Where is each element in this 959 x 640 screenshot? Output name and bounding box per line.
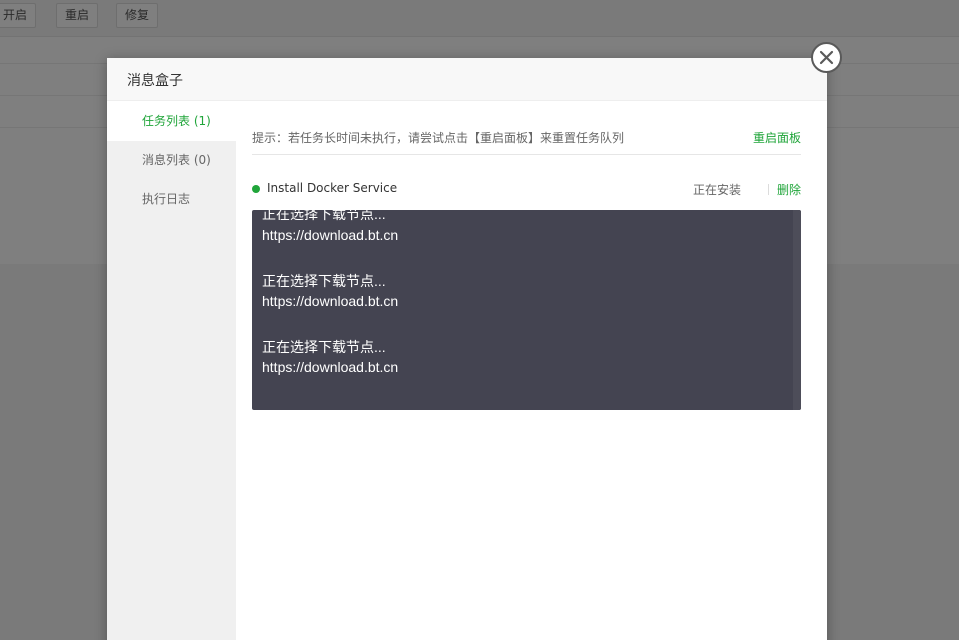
status-dot-icon [252, 185, 260, 193]
modal-header: 消息盒子 [107, 58, 827, 101]
separator [768, 184, 769, 195]
log-line: 正在选择下载节点... [262, 339, 386, 355]
close-icon [819, 50, 834, 65]
restart-panel-link[interactable]: 重启面板 [753, 129, 801, 146]
log-line: https://download.bt.cn [262, 227, 399, 243]
close-button[interactable] [811, 42, 842, 73]
tip-text: 提示：若任务长时间未执行，请尝试点击【重启面板】来重置任务队列 [252, 131, 625, 145]
task-list-content: 提示：若任务长时间未执行，请尝试点击【重启面板】来重置任务队列 重启面板 Ins… [236, 102, 827, 640]
modal-sidebar: 任务列表 (1) 消息列表 (0) 执行日志 [107, 102, 236, 640]
message-box-modal: 消息盒子 任务列表 (1) 消息列表 (0) 执行日志 提示：若任务长时间未执行… [107, 58, 827, 640]
delete-task-link[interactable]: 删除 [777, 181, 801, 198]
task-log-output[interactable]: 正在选择下载节点... https://download.bt.cn 正在选择下… [252, 210, 801, 410]
modal-title: 消息盒子 [127, 73, 183, 89]
sidebar-item-task-list[interactable]: 任务列表 (1) [107, 102, 236, 141]
task-name: Install Docker Service [267, 181, 398, 195]
sidebar-item-execution-log[interactable]: 执行日志 [107, 180, 236, 219]
tip-row: 提示：若任务长时间未执行，请尝试点击【重启面板】来重置任务队列 重启面板 [252, 118, 801, 155]
log-line: https://download.bt.cn [262, 359, 399, 375]
sidebar-item-message-list[interactable]: 消息列表 (0) [107, 141, 236, 180]
log-line: 正在选择下载节点... [262, 210, 386, 222]
task-row: Install Docker Service 正在安装 删除 [252, 180, 801, 200]
log-line: 正在选择下载节点... [262, 273, 386, 289]
task-status: 正在安装 [692, 183, 741, 197]
log-scrollbar[interactable] [793, 210, 801, 410]
log-line: https://download.bt.cn [262, 293, 399, 309]
